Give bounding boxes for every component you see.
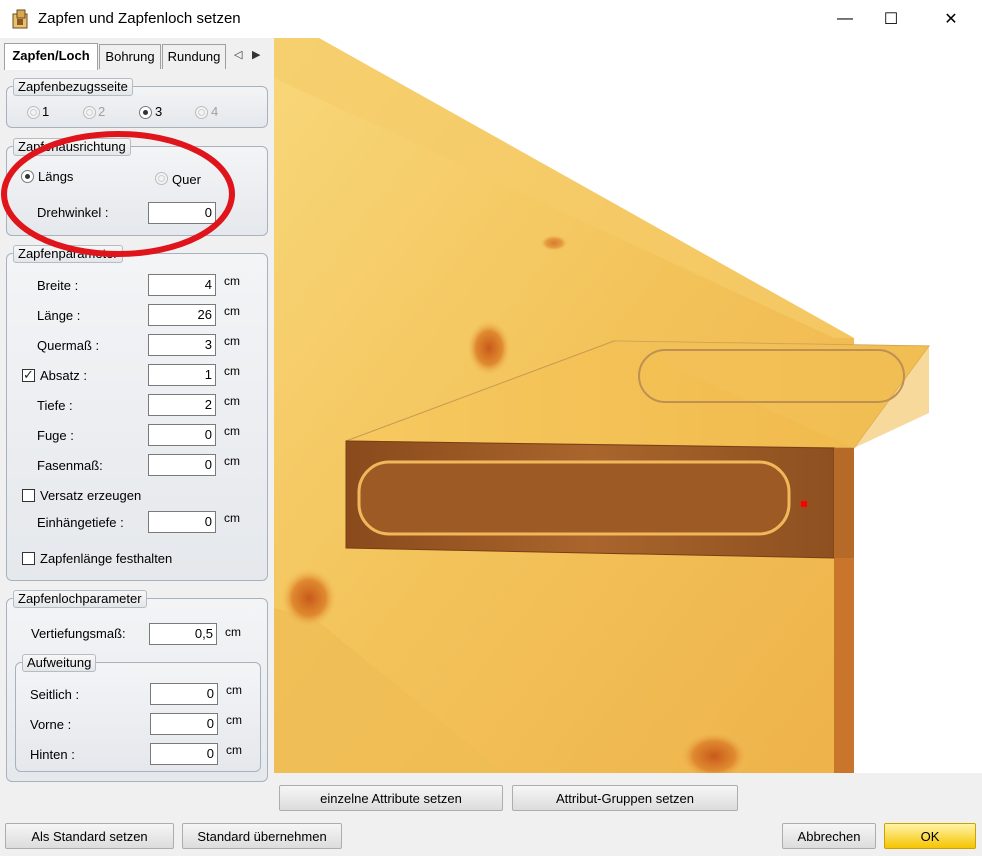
group-legend: Zapfenparameter [13,245,123,263]
radio-side-4[interactable] [195,106,208,119]
absatz-input[interactable]: 1 [148,364,216,386]
abbrechen-button[interactable]: Abbrechen [782,823,876,849]
close-button[interactable]: ✕ [928,0,974,38]
maximize-button[interactable]: ☐ [868,0,914,38]
seitlich-input[interactable]: 0 [150,683,218,705]
group-legend: Zapfenausrichtung [13,138,131,156]
versatz-label: Versatz erzeugen [40,488,142,503]
tiefe-unit: cm [224,394,240,408]
vorne-label: Vorne : [30,717,72,732]
timber-render [274,38,930,773]
fuge-input[interactable]: 0 [148,424,216,446]
reference-point-marker [801,501,807,507]
hinten-unit: cm [226,743,242,757]
festhalten-label: Zapfenlänge festhalten [40,551,173,566]
tab-scroll-right-icon[interactable]: ▶ [252,48,260,61]
einhaengetiefe-input[interactable]: 0 [148,511,216,533]
fasenmass-input[interactable]: 0 [148,454,216,476]
drehwinkel-input[interactable]: 0 [148,202,216,224]
group-zapfenausrichtung: Zapfenausrichtung Längs Quer Drehwinkel … [6,138,268,236]
breite-input[interactable]: 4 [148,274,216,296]
festhalten-checkbox[interactable] [22,552,35,565]
fuge-label: Fuge : [37,428,74,443]
einhaengetiefe-unit: cm [224,511,240,525]
seitlich-label: Seitlich : [30,687,80,702]
attribut-gruppen-button[interactable]: Attribut-Gruppen setzen [512,785,738,811]
vertiefungsmass-label: Vertiefungsmaß: [31,626,126,641]
group-aufweitung: Aufweitung Seitlich : 0 cm Vorne : 0 cm … [15,654,261,772]
vertiefungsmass-input[interactable]: 0,5 [149,623,217,645]
fasenmass-label: Fasenmaß: [37,458,103,473]
tab-strip: Zapfen/Loch Bohrung Rundung ◁ ▶ [4,43,270,70]
absatz-unit: cm [224,364,240,378]
radio-laengs[interactable] [21,170,34,183]
title-bar: Zapfen und Zapfenloch setzen — ☐ ✕ [0,0,982,39]
laenge-label: Länge : [37,308,81,323]
standard-uebernehmen-button[interactable]: Standard übernehmen [182,823,342,849]
window-title: Zapfen und Zapfenloch setzen [38,10,241,27]
group-zapfenparameter: Zapfenparameter Breite : 4 cm Länge : 26… [6,245,268,581]
absatz-label: Absatz : [40,368,87,383]
3d-viewport[interactable] [274,38,982,773]
vorne-unit: cm [226,713,242,727]
hinten-label: Hinten : [30,747,75,762]
drehwinkel-label: Drehwinkel : [37,205,109,220]
breite-unit: cm [224,274,240,288]
tenon-outline [357,460,791,536]
hinten-input[interactable]: 0 [150,743,218,765]
quermass-input[interactable]: 3 [148,334,216,356]
radio-quer-label: Quer [172,172,201,187]
tab-scroll-left-icon[interactable]: ◁ [234,48,242,61]
breite-label: Breite : [37,278,79,293]
wood-knot [281,568,337,628]
vorne-input[interactable]: 0 [150,713,218,735]
vertiefungsmass-unit: cm [225,625,241,639]
app-icon [12,9,28,29]
radio-side-2-label: 2 [98,104,106,119]
tab-rundung[interactable]: Rundung [162,44,226,69]
radio-side-1-label: 1 [42,104,50,119]
group-zapfenlochparameter: Zapfenlochparameter Vertiefungsmaß: 0,5 … [6,590,268,782]
einhaengetiefe-label: Einhängetiefe : [37,515,124,530]
ok-button[interactable]: OK [884,823,976,849]
radio-side-1[interactable] [27,106,40,119]
radio-side-3-label: 3 [155,104,163,119]
group-zapfenbezugsseite: Zapfenbezugsseite 1 2 3 4 [6,78,268,128]
radio-laengs-label: Längs [38,169,74,184]
tab-zapfen-loch[interactable]: Zapfen/Loch [4,43,98,70]
versatz-checkbox[interactable] [22,489,35,502]
laenge-unit: cm [224,304,240,318]
einzelne-attribute-button[interactable]: einzelne Attribute setzen [279,785,503,811]
radio-side-4-label: 4 [211,104,219,119]
laenge-input[interactable]: 26 [148,304,216,326]
quermass-unit: cm [224,334,240,348]
group-legend: Aufweitung [22,654,97,672]
quermass-label: Quermaß : [37,338,100,353]
tiefe-input[interactable]: 2 [148,394,216,416]
radio-side-3[interactable] [139,106,152,119]
group-legend: Zapfenlochparameter [13,590,147,608]
tiefe-label: Tiefe : [37,398,73,413]
tab-bohrung[interactable]: Bohrung [99,44,161,69]
seitlich-unit: cm [226,683,242,697]
wood-knot [467,320,511,376]
radio-quer[interactable] [155,172,168,185]
minimize-button[interactable]: — [822,0,868,38]
fuge-unit: cm [224,424,240,438]
absatz-checkbox[interactable] [22,367,35,383]
als-standard-button[interactable]: Als Standard setzen [5,823,174,849]
fasenmass-unit: cm [224,454,240,468]
group-legend: Zapfenbezugsseite [13,78,133,96]
radio-side-2[interactable] [83,106,96,119]
